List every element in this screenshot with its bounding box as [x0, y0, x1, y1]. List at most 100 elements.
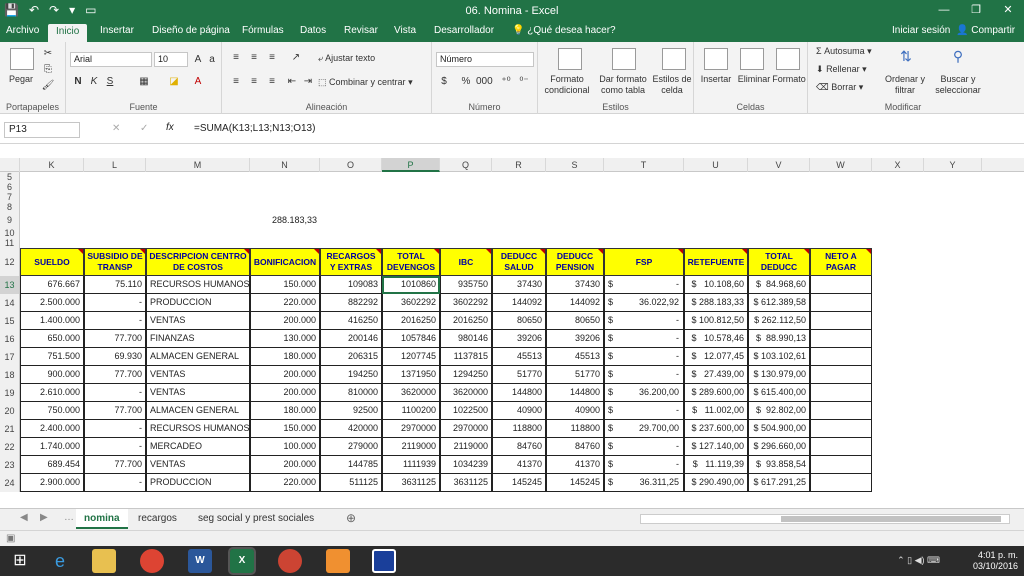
cell-P18[interactable]: 1371950 [382, 366, 440, 384]
autosum-button[interactable]: Σ Autosuma ▾ [816, 46, 886, 57]
header-cell-N[interactable]: BONIFICACION [250, 248, 320, 276]
cell-O17[interactable]: 206315 [320, 348, 382, 366]
tab-diseno-pagina[interactable]: Diseño de página [152, 25, 230, 36]
close-button[interactable]: ✕ [992, 0, 1024, 22]
cell-O21[interactable]: 420000 [320, 420, 382, 438]
cell-R14[interactable]: 144092 [492, 294, 546, 312]
column-header-P[interactable]: P [382, 158, 440, 172]
merge-center-button[interactable]: ⬚ Combinar y centrar ▾ [318, 77, 430, 88]
shrink-font-icon[interactable]: a [204, 52, 220, 68]
column-header-V[interactable]: V [748, 158, 810, 172]
cell-T15[interactable]: $ - [604, 312, 684, 330]
number-format-select[interactable]: Número [436, 52, 534, 67]
cell-Q22[interactable]: 2119000 [440, 438, 492, 456]
cell-W23[interactable] [810, 456, 872, 474]
header-cell-M[interactable]: DESCRIPCION CENTRO DE COSTOS [146, 248, 250, 276]
word-icon[interactable]: W [188, 549, 212, 573]
cell-L17[interactable]: 69.930 [84, 348, 146, 366]
share-button[interactable]: 👤 Compartir [956, 25, 1015, 36]
sign-in-link[interactable]: Iniciar sesión [892, 25, 950, 36]
row-header-21[interactable]: 21 [0, 420, 20, 438]
header-cell-Q[interactable]: IBC [440, 248, 492, 276]
cell-V22[interactable]: $ 296.660,00 [748, 438, 810, 456]
cell-P14[interactable]: 3602292 [382, 294, 440, 312]
cell-L20[interactable]: 77.700 [84, 402, 146, 420]
cell-U20[interactable]: $ 11.002,00 [684, 402, 748, 420]
file-explorer-icon[interactable] [92, 549, 116, 573]
row-header-18[interactable]: 18 [0, 366, 20, 384]
row-header-6[interactable]: 6 [0, 182, 20, 192]
cell-U18[interactable]: $ 27.439,00 [684, 366, 748, 384]
orientation-icon[interactable]: ↗ [288, 50, 304, 66]
header-cell-V[interactable]: TOTAL DEDUCC [748, 248, 810, 276]
cell-N23[interactable]: 200.000 [250, 456, 320, 474]
cell-O23[interactable]: 144785 [320, 456, 382, 474]
cell-M17[interactable]: ALMACEN GENERAL [146, 348, 250, 366]
tab-formulas[interactable]: Fórmulas [242, 25, 284, 36]
cell-U15[interactable]: $ 100.812,50 [684, 312, 748, 330]
cell-M16[interactable]: FINANZAS [146, 330, 250, 348]
cell-styles-label[interactable]: Estilos de celda [650, 74, 694, 96]
row-header-17[interactable]: 17 [0, 348, 20, 366]
tab-desarrollador[interactable]: Desarrollador [434, 25, 494, 36]
header-cell-R[interactable]: DEDUCC SALUD [492, 248, 546, 276]
row-header-20[interactable]: 20 [0, 402, 20, 420]
cell-R15[interactable]: 80650 [492, 312, 546, 330]
column-header-R[interactable]: R [492, 158, 546, 172]
find-icon[interactable]: ⚲ [950, 48, 966, 64]
thousands-icon[interactable]: 000 [476, 74, 493, 90]
cell-M22[interactable]: MERCADEO [146, 438, 250, 456]
cell-O19[interactable]: 810000 [320, 384, 382, 402]
cell-T20[interactable]: $ - [604, 402, 684, 420]
copy-icon[interactable]: ⎘ [40, 62, 56, 78]
cell-R24[interactable]: 145245 [492, 474, 546, 492]
increase-indent-icon[interactable]: ⇥ [300, 74, 316, 90]
tab-vista[interactable]: Vista [394, 25, 416, 36]
cell-N14[interactable]: 220.000 [250, 294, 320, 312]
cell-W14[interactable] [810, 294, 872, 312]
conditional-format-icon[interactable] [558, 48, 582, 70]
cell-K16[interactable]: 650.000 [20, 330, 84, 348]
cell-K21[interactable]: 2.400.000 [20, 420, 84, 438]
header-cell-U[interactable]: RETEFUENTE [684, 248, 748, 276]
align-right-icon[interactable]: ≡ [264, 74, 280, 90]
sort-filter-label[interactable]: Ordenar y filtrar [880, 74, 930, 96]
cell-P13[interactable]: 1010860 [382, 276, 440, 294]
cell-L19[interactable]: - [84, 384, 146, 402]
increase-decimal-icon[interactable]: ⁺⁰ [498, 74, 514, 90]
cell-T21[interactable]: $29.700,00 [604, 420, 684, 438]
row-header-16[interactable]: 16 [0, 330, 20, 348]
cell-P16[interactable]: 1057846 [382, 330, 440, 348]
cell-L22[interactable]: - [84, 438, 146, 456]
cell-M23[interactable]: VENTAS [146, 456, 250, 474]
cell-R17[interactable]: 45513 [492, 348, 546, 366]
cell-T24[interactable]: $36.311,25 [604, 474, 684, 492]
fill-color-icon[interactable]: ◪ [166, 74, 182, 90]
cell-L18[interactable]: 77.700 [84, 366, 146, 384]
format-cells-icon[interactable] [776, 48, 800, 70]
cell-W20[interactable] [810, 402, 872, 420]
format-cells-label[interactable]: Formato [770, 74, 808, 85]
cell-K18[interactable]: 900.000 [20, 366, 84, 384]
tab-inicio[interactable]: Inicio [48, 24, 88, 42]
media-player-icon[interactable] [326, 549, 350, 573]
select-all-corner[interactable] [0, 158, 20, 172]
tab-insertar[interactable]: Insertar [100, 25, 134, 36]
horizontal-scroll-thumb[interactable] [781, 516, 1001, 522]
align-bottom-icon[interactable]: ≡ [264, 50, 280, 66]
format-table-icon[interactable] [612, 48, 636, 70]
row-header-22[interactable]: 22 [0, 438, 20, 456]
internet-explorer-icon[interactable]: e [48, 549, 72, 573]
insert-function-icon[interactable]: fx [166, 122, 174, 133]
restore-button[interactable]: ❐ [960, 0, 992, 22]
cell-T16[interactable]: $ - [604, 330, 684, 348]
macro-record-icon[interactable]: ▣ [6, 533, 15, 544]
sheet-tab-seg-social[interactable]: seg social y prest sociales [190, 509, 322, 529]
cell-M13[interactable]: RECURSOS HUMANOS [146, 276, 250, 294]
cell-U16[interactable]: $ 10.578,46 [684, 330, 748, 348]
font-size-select[interactable]: 10 [154, 52, 188, 67]
cell-Q13[interactable]: 935750 [440, 276, 492, 294]
row-header-15[interactable]: 15 [0, 312, 20, 330]
row-header-24[interactable]: 24 [0, 474, 20, 492]
column-header-X[interactable]: X [872, 158, 924, 172]
